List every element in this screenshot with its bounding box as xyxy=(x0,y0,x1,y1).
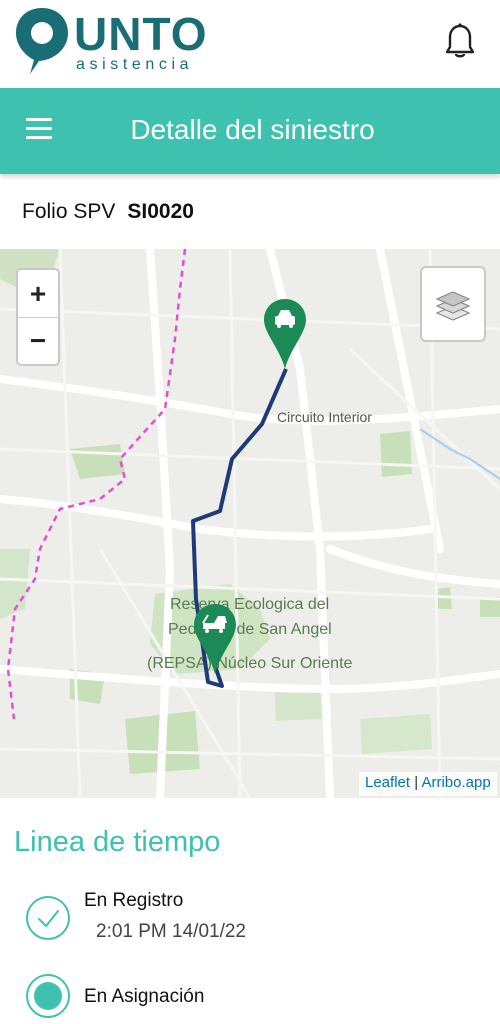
layers-button[interactable] xyxy=(420,266,486,342)
layers-icon xyxy=(435,291,471,321)
bell-icon[interactable] xyxy=(444,22,476,60)
brand-bar: UNTO asistencia xyxy=(0,0,500,86)
app-header: Detalle del siniestro xyxy=(0,88,500,174)
map-area-label-1: Reserva Ecologica del xyxy=(170,596,329,613)
folio-value: SI0020 xyxy=(127,200,194,223)
map-area-label-3: (REPSA) Núcleo Sur Oriente xyxy=(147,655,353,672)
check-circle-icon xyxy=(26,896,70,940)
attribution-separator: | xyxy=(410,774,422,791)
active-dot-icon xyxy=(26,974,70,1018)
map-road-label: Circuito Interior xyxy=(277,409,372,425)
timeline-item-label: En Registro xyxy=(84,890,184,911)
zoom-control: + − xyxy=(16,268,60,366)
timeline-item-time: 2:01 PM 14/01/22 xyxy=(96,921,246,942)
brand-name: UNTO xyxy=(74,8,208,60)
brand-subtitle: asistencia xyxy=(76,56,194,73)
leaflet-link[interactable]: Leaflet xyxy=(365,774,410,791)
zoom-out-button[interactable]: − xyxy=(18,317,58,364)
timeline-item-label: En Asignación xyxy=(84,986,205,1007)
location-pin-logo-icon xyxy=(16,8,68,74)
map-area-label-2: Pedregal de San Angel xyxy=(168,621,332,638)
folio-row: Folio SPV SI0020 xyxy=(22,200,194,224)
page-title: Detalle del siniestro xyxy=(130,114,375,145)
timeline-title: Linea de tiempo xyxy=(14,826,221,858)
arribo-link[interactable]: Arribo.app xyxy=(421,774,490,791)
folio-label: Folio SPV xyxy=(22,200,116,223)
map-attribution: Leaflet | Arribo.app xyxy=(359,772,497,796)
zoom-in-button[interactable]: + xyxy=(18,270,58,317)
punto-logo: UNTO asistencia xyxy=(12,4,232,76)
